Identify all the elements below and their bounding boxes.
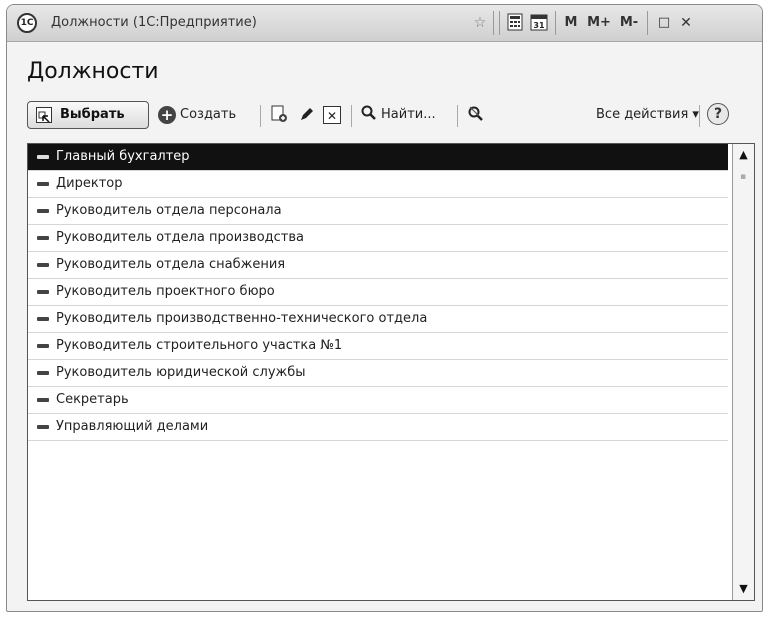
list-item[interactable]: Руководитель отдела производства <box>28 225 728 252</box>
find-button-label: Найти... <box>381 107 436 122</box>
element-icon <box>37 155 49 159</box>
help-button[interactable]: ? <box>707 103 729 125</box>
positions-list: Главный бухгалтер Директор Руководитель от… <box>27 143 755 601</box>
vertical-scrollbar[interactable]: ▲ ▪ ▼ <box>732 144 754 600</box>
create-button-label: Создать <box>180 107 237 122</box>
magnifier-icon <box>361 105 377 125</box>
list-item-label: Секретарь <box>56 392 129 407</box>
list-item[interactable]: Директор <box>28 171 728 198</box>
list-item-label: Руководитель юридической службы <box>56 365 306 380</box>
element-icon <box>37 263 49 267</box>
page-title: Должности <box>27 59 159 84</box>
m-button[interactable]: M <box>563 13 579 33</box>
m-plus-button[interactable]: M+ <box>585 13 613 33</box>
toolbar: Выбрать + Создать ✕ Найти... Все действи… <box>27 101 751 131</box>
title-separator <box>493 11 494 35</box>
calendar-icon[interactable]: 31 <box>529 13 549 33</box>
app-logo-icon[interactable]: 1С <box>17 13 37 33</box>
list-item-label: Главный бухгалтер <box>56 149 190 164</box>
calendar-day: 31 <box>533 21 545 30</box>
maximize-button[interactable]: □ <box>655 13 673 33</box>
list-item-label: Директор <box>56 176 123 191</box>
title-separator <box>555 11 556 35</box>
form-window: 1С Должности (1С:Предприятие) ☆ 31 M M+ … <box>6 4 763 612</box>
plus-circle-icon: + <box>158 106 176 124</box>
list-item[interactable]: Руководитель производственно-техническог… <box>28 306 728 333</box>
scroll-up-icon[interactable]: ▲ <box>733 144 754 166</box>
list-item-label: Руководитель отдела снабжения <box>56 257 286 272</box>
list-item[interactable]: Управляющий делами <box>28 414 728 441</box>
element-icon <box>37 290 49 294</box>
m-minus-button[interactable]: M- <box>616 13 642 33</box>
list-item-label: Руководитель строительного участка №1 <box>56 338 343 353</box>
element-icon <box>37 425 49 429</box>
calculator-icon[interactable] <box>506 13 524 33</box>
list-item[interactable]: Руководитель отдела персонала <box>28 198 728 225</box>
toolbar-separator <box>351 105 352 127</box>
cancel-search-icon[interactable] <box>466 105 486 125</box>
list-item[interactable]: Секретарь <box>28 387 728 414</box>
select-button[interactable]: Выбрать <box>27 101 149 129</box>
title-separator <box>647 11 648 35</box>
list-item[interactable]: Главный бухгалтер <box>28 144 728 171</box>
title-bar: 1С Должности (1С:Предприятие) ☆ 31 M M+ … <box>7 5 762 42</box>
element-icon <box>37 398 49 402</box>
select-button-label: Выбрать <box>60 107 125 122</box>
find-button[interactable]: Найти... <box>361 105 436 125</box>
element-icon <box>37 209 49 213</box>
list-item-label: Руководитель производственно-техническог… <box>56 311 428 326</box>
close-button[interactable]: ✕ <box>677 13 695 33</box>
star-icon[interactable]: ☆ <box>471 13 489 33</box>
element-icon <box>37 371 49 375</box>
list-item-label: Руководитель проектного бюро <box>56 284 275 299</box>
title-separator <box>499 11 500 35</box>
scroll-thumb[interactable]: ▪ <box>736 172 750 186</box>
element-icon <box>37 344 49 348</box>
delete-icon[interactable]: ✕ <box>323 106 341 124</box>
select-icon <box>36 107 52 123</box>
list-item[interactable]: Руководитель проектного бюро <box>28 279 728 306</box>
toolbar-separator <box>699 105 700 127</box>
element-icon <box>37 182 49 186</box>
list-item-label: Руководитель отдела персонала <box>56 203 282 218</box>
window-title: Должности (1С:Предприятие) <box>51 15 257 30</box>
create-button[interactable]: + Создать <box>158 106 236 124</box>
list-item-label: Управляющий делами <box>56 419 209 434</box>
all-actions-dropdown[interactable]: Все действия ▾ <box>596 106 699 124</box>
scroll-down-icon[interactable]: ▼ <box>733 578 754 600</box>
pencil-icon[interactable] <box>297 105 317 125</box>
list-item[interactable]: Руководитель юридической службы <box>28 360 728 387</box>
list-item-label: Руководитель отдела производства <box>56 230 305 245</box>
element-icon <box>37 317 49 321</box>
element-icon <box>37 236 49 240</box>
toolbar-separator <box>260 105 261 127</box>
list-item[interactable]: Руководитель отдела снабжения <box>28 252 728 279</box>
copy-icon[interactable] <box>269 105 289 125</box>
list-item[interactable]: Руководитель строительного участка №1 <box>28 333 728 360</box>
toolbar-separator <box>457 105 458 127</box>
